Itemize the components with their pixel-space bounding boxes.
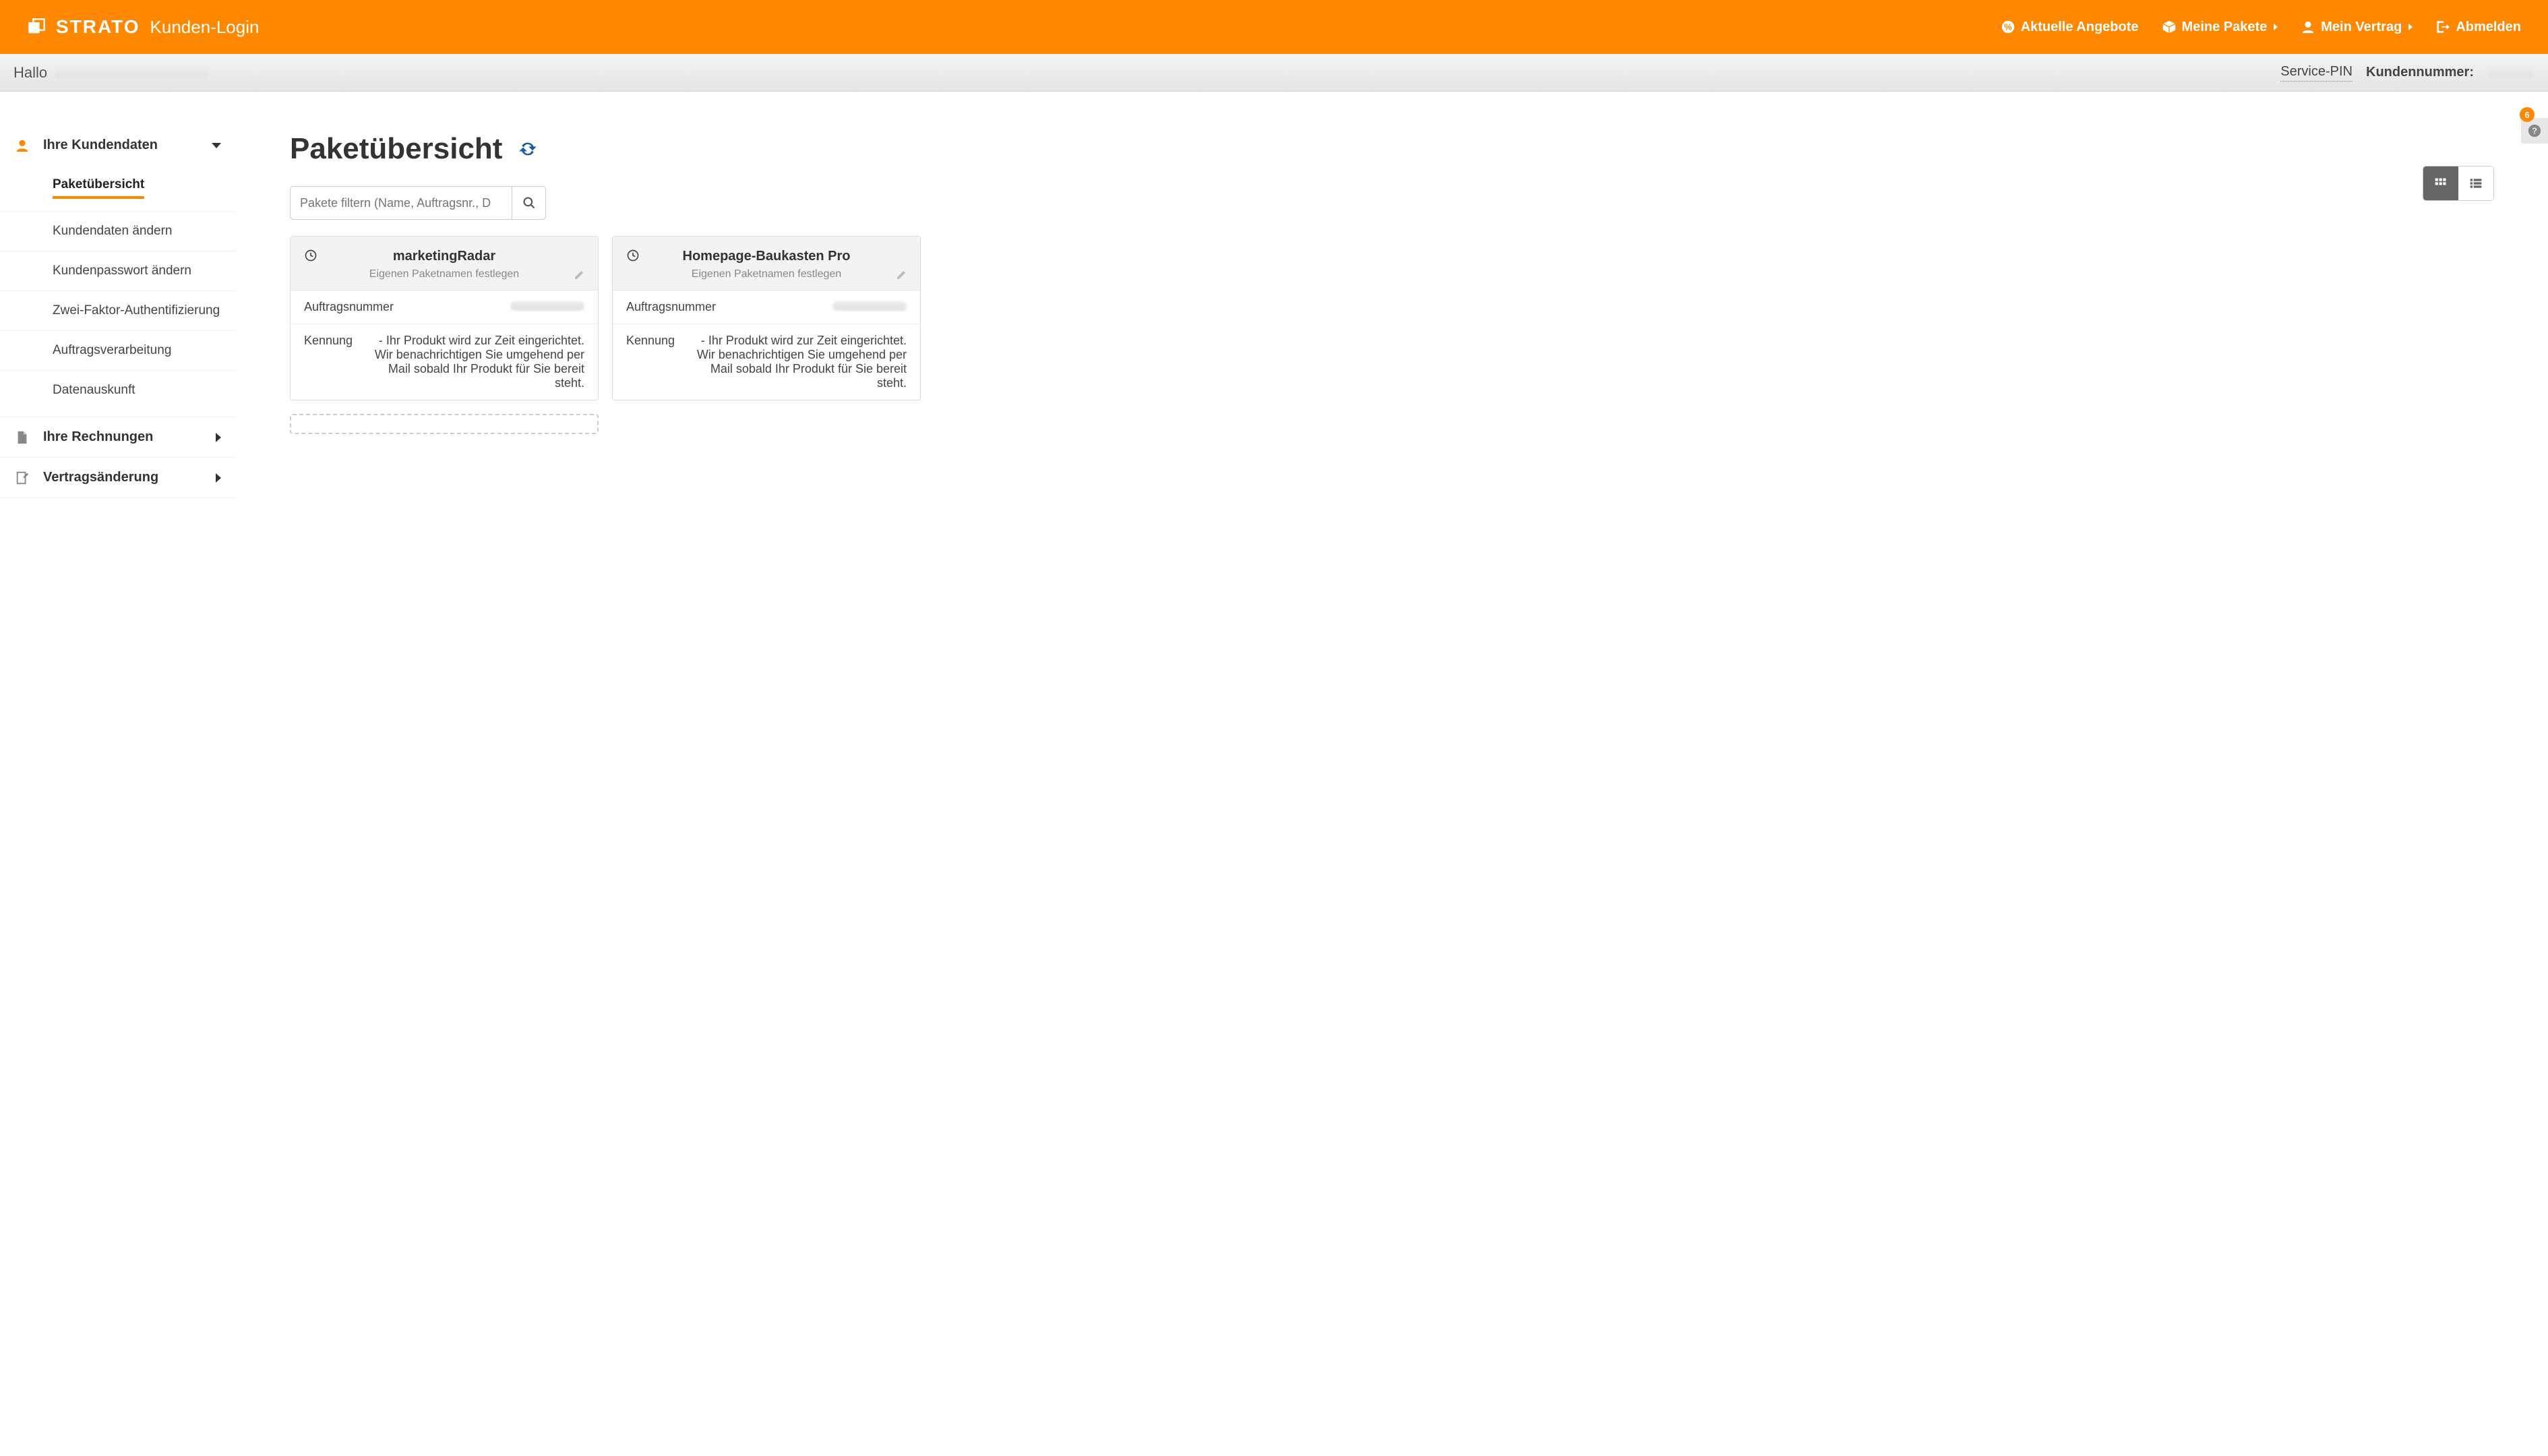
ident-text: - Ihr Produkt wird zur Zeit eingerichtet… (371, 334, 584, 390)
help-widget: 6 ? (2521, 118, 2548, 144)
sidebar-head-contract-change[interactable]: Vertragsänderung (0, 458, 236, 497)
sidebar-item-package-overview[interactable]: Paketübersicht (0, 165, 236, 212)
package-card: Homepage-Baukasten Pro Eigenen Paketname… (612, 236, 921, 400)
cards-container: marketingRadar Eigenen Paketnamen festle… (290, 236, 2548, 400)
card-row-ident: Kennung - Ihr Produkt wird zur Zeit eing… (291, 324, 598, 400)
add-package-placeholder[interactable] (290, 414, 599, 434)
card-subtitle: Eigenen Paketnamen festlegen (304, 268, 584, 280)
svg-text:%: % (2004, 22, 2012, 32)
sidebar-head-label: Ihre Rechnungen (43, 429, 153, 445)
logout-icon (2435, 20, 2450, 34)
header-subtitle: Kunden-Login (150, 17, 260, 38)
greeting-hello: Hallo (13, 64, 47, 82)
redacted-customer-number (2487, 68, 2535, 78)
clock-icon (626, 249, 640, 262)
redacted-order-number (510, 301, 584, 311)
customer-number-label: Kundennummer: (2366, 65, 2474, 80)
greeting-right: Service-PIN Kundennummer: (2280, 64, 2535, 82)
clock-icon (304, 249, 317, 262)
card-row-ident: Kennung - Ihr Produkt wird zur Zeit eing… (613, 324, 920, 400)
logo-area: STRATO Kunden-Login (27, 16, 259, 38)
filter-input[interactable] (290, 186, 512, 220)
greeting-left: Hallo (13, 64, 209, 82)
redacted-order-number (832, 301, 907, 311)
nav-contract-label: Mein Vertrag (2321, 20, 2402, 35)
card-header: Homepage-Baukasten Pro Eigenen Paketname… (613, 237, 920, 291)
pencil-icon[interactable] (574, 270, 584, 280)
user-icon (15, 138, 30, 153)
pencil-icon[interactable] (896, 270, 907, 280)
filter-search-button[interactable] (512, 186, 546, 220)
sidebar-head-label: Vertragsänderung (43, 470, 158, 485)
package-card: marketingRadar Eigenen Paketnamen festle… (290, 236, 599, 400)
sidebar-head-invoices[interactable]: Ihre Rechnungen (0, 417, 236, 457)
card-row-order: Auftragsnummer (613, 291, 920, 324)
main-content: Paketübersicht marketingRadar (236, 92, 2548, 498)
nav-offers[interactable]: % Aktuelle Angebote (2001, 20, 2139, 35)
chevron-right-icon (2408, 24, 2413, 30)
percent-circle-icon: % (2001, 20, 2015, 34)
brand-text: STRATO (56, 16, 140, 38)
order-number-label: Auftragsnummer (304, 300, 394, 314)
top-nav: % Aktuelle Angebote Meine Pakete Mein Ve… (2001, 20, 2521, 35)
sidebar-item-change-data[interactable]: Kundendaten ändern (0, 212, 236, 251)
nav-packages-label: Meine Pakete (2182, 20, 2268, 35)
sidebar-item-order-processing[interactable]: Auftragsverarbeitung (0, 331, 236, 371)
sidebar-item-data-info[interactable]: Datenauskunft (0, 371, 236, 410)
nav-packages[interactable]: Meine Pakete (2162, 20, 2278, 35)
svg-text:?: ? (2532, 126, 2537, 136)
service-pin-link[interactable]: Service-PIN (2280, 64, 2353, 82)
package-icon (2162, 20, 2177, 34)
chevron-right-icon (216, 473, 221, 483)
ident-text: - Ihr Produkt wird zur Zeit eingerichtet… (694, 334, 907, 390)
brand-logo-icon (27, 18, 46, 36)
card-subtitle: Eigenen Paketnamen festlegen (626, 268, 907, 280)
nav-logout[interactable]: Abmelden (2435, 20, 2521, 35)
chevron-right-icon (216, 433, 221, 442)
view-list-button[interactable] (2458, 166, 2493, 200)
user-icon (2301, 20, 2315, 34)
sidebar-head-label: Ihre Kundendaten (43, 138, 158, 153)
document-icon (15, 430, 30, 445)
list-icon (2469, 177, 2483, 190)
top-bar: STRATO Kunden-Login % Aktuelle Angebote … (0, 0, 2548, 54)
edit-document-icon (15, 471, 30, 485)
card-title: marketingRadar (304, 249, 584, 264)
ident-label: Kennung (304, 334, 365, 348)
nav-contract[interactable]: Mein Vertrag (2301, 20, 2413, 35)
greeting-bar: Hallo Service-PIN Kundennummer: (0, 54, 2548, 92)
search-icon (522, 196, 536, 210)
card-row-order: Auftragsnummer (291, 291, 598, 324)
sidebar-head-customer-data[interactable]: Ihre Kundendaten (0, 125, 236, 165)
nav-offers-label: Aktuelle Angebote (2021, 20, 2139, 35)
redacted-name (54, 68, 209, 78)
sidebar-sub-customer-data: Paketübersicht Kundendaten ändern Kunden… (0, 165, 236, 417)
view-grid-button[interactable] (2423, 166, 2458, 200)
help-badge: 6 (2520, 107, 2535, 122)
filter-row (290, 186, 2548, 220)
nav-logout-label: Abmelden (2456, 20, 2521, 35)
chevron-down-icon (212, 143, 221, 148)
ident-label: Kennung (626, 334, 687, 348)
sidebar-item-change-password[interactable]: Kundenpasswort ändern (0, 251, 236, 291)
card-title: Homepage-Baukasten Pro (626, 249, 907, 264)
card-header: marketingRadar Eigenen Paketnamen festle… (291, 237, 598, 291)
sidebar: Ihre Kundendaten Paketübersicht Kundenda… (0, 92, 236, 498)
sidebar-item-2fa[interactable]: Zwei-Faktor-Authentifizierung (0, 291, 236, 331)
view-toggle (2423, 166, 2494, 201)
help-icon: ? (2527, 123, 2542, 138)
grid-icon (2434, 177, 2448, 190)
chevron-right-icon (2274, 24, 2278, 30)
refresh-icon[interactable] (518, 140, 537, 158)
order-number-label: Auftragsnummer (626, 300, 716, 314)
page-title: Paketübersicht (290, 132, 502, 166)
